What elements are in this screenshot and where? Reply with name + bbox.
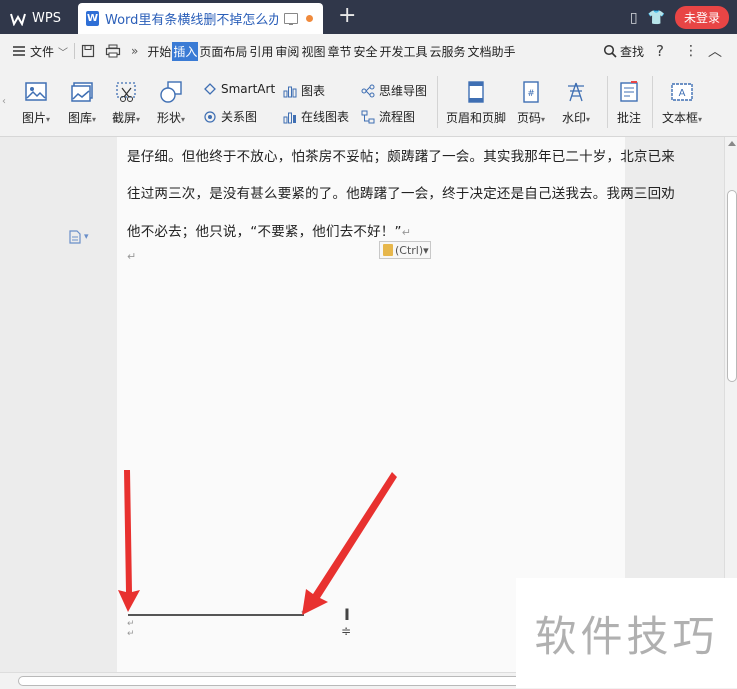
red-arrow-right	[302, 472, 397, 615]
watermark-text: 软件技巧	[516, 578, 737, 688]
red-arrow-left	[118, 470, 140, 612]
